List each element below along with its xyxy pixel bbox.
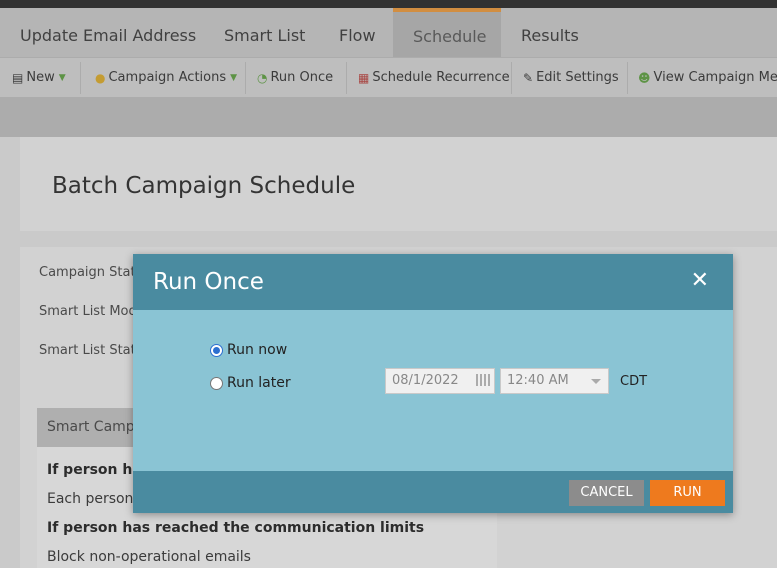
close-icon[interactable]: ✕ [691, 268, 709, 293]
time-select[interactable]: 12:40 AM [500, 368, 609, 394]
dialog-footer: CANCEL RUN [133, 471, 733, 513]
run-button[interactable]: RUN [650, 480, 725, 506]
run-later-option[interactable]: Run later [210, 375, 291, 391]
dialog-title: Run Once [153, 269, 264, 295]
run-now-radio[interactable] [210, 343, 223, 357]
run-now-label: Run now [227, 342, 288, 358]
run-later-radio[interactable] [210, 376, 223, 390]
run-once-dialog: Run Once ✕ Run now Run later 08/1/2022 1… [133, 254, 733, 513]
dialog-header: Run Once ✕ [133, 254, 733, 310]
chevron-down-icon [591, 379, 601, 384]
timezone-label: CDT [620, 374, 648, 389]
run-now-option[interactable]: Run now [210, 342, 287, 358]
date-value: 08/1/2022 [392, 373, 459, 388]
time-value: 12:40 AM [507, 373, 569, 388]
run-later-label: Run later [227, 375, 291, 391]
date-field[interactable]: 08/1/2022 [385, 368, 495, 394]
cancel-button[interactable]: CANCEL [569, 480, 644, 506]
calendar-icon[interactable] [476, 374, 490, 386]
